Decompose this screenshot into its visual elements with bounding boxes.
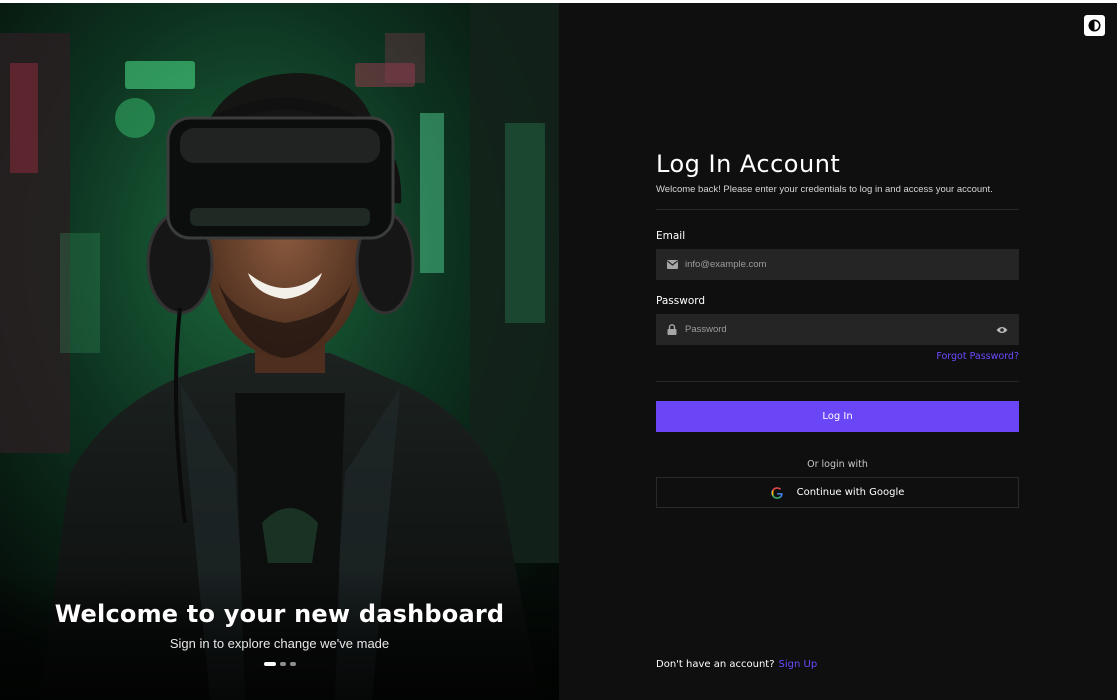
carousel-dot-1[interactable] [263, 662, 276, 666]
password-label: Password [656, 295, 706, 307]
password-field[interactable] [656, 314, 1019, 345]
email-field[interactable] [656, 249, 1019, 280]
or-login-with-text: Or login with [807, 459, 868, 470]
page-title: Log In Account [656, 150, 841, 178]
continue-with-google-button[interactable]: Continue with Google [656, 477, 1019, 508]
email-input[interactable] [685, 249, 1019, 280]
lock-icon [666, 324, 678, 336]
theme-toggle-button[interactable] [1084, 15, 1105, 36]
hero-subtitle: Sign in to explore change we've made [169, 636, 390, 651]
contrast-icon [1088, 19, 1101, 32]
carousel-indicators [0, 662, 559, 666]
login-panel: Log In Account Welcome back! Please ente… [559, 3, 1117, 700]
divider [656, 209, 1019, 210]
google-icon [770, 486, 783, 499]
email-label: Email [656, 230, 686, 242]
google-button-label: Continue with Google [796, 487, 905, 498]
login-button[interactable]: Log In [656, 401, 1019, 432]
signup-prompt: Don't have an account? Sign Up [656, 659, 817, 670]
welcome-text: Welcome back! Please enter your credenti… [656, 184, 993, 195]
signup-prompt-text: Don't have an account? [656, 659, 775, 670]
eye-icon[interactable] [995, 324, 1009, 336]
carousel-dot-2[interactable] [279, 662, 286, 666]
forgot-password-link[interactable]: Forgot Password? [656, 351, 1019, 362]
login-page: Welcome to your new dashboard Sign in to… [0, 3, 1117, 700]
hero-panel: Welcome to your new dashboard Sign in to… [0, 3, 559, 700]
carousel-dot-3[interactable] [289, 662, 296, 666]
login-form: Log In Account Welcome back! Please ente… [656, 149, 1019, 508]
hero-caption: Welcome to your new dashboard Sign in to… [0, 570, 559, 700]
password-input[interactable] [685, 314, 995, 345]
hero-title: Welcome to your new dashboard [54, 600, 505, 628]
mail-icon [666, 259, 678, 271]
divider [656, 381, 1019, 382]
signup-link[interactable]: Sign Up [779, 659, 818, 670]
